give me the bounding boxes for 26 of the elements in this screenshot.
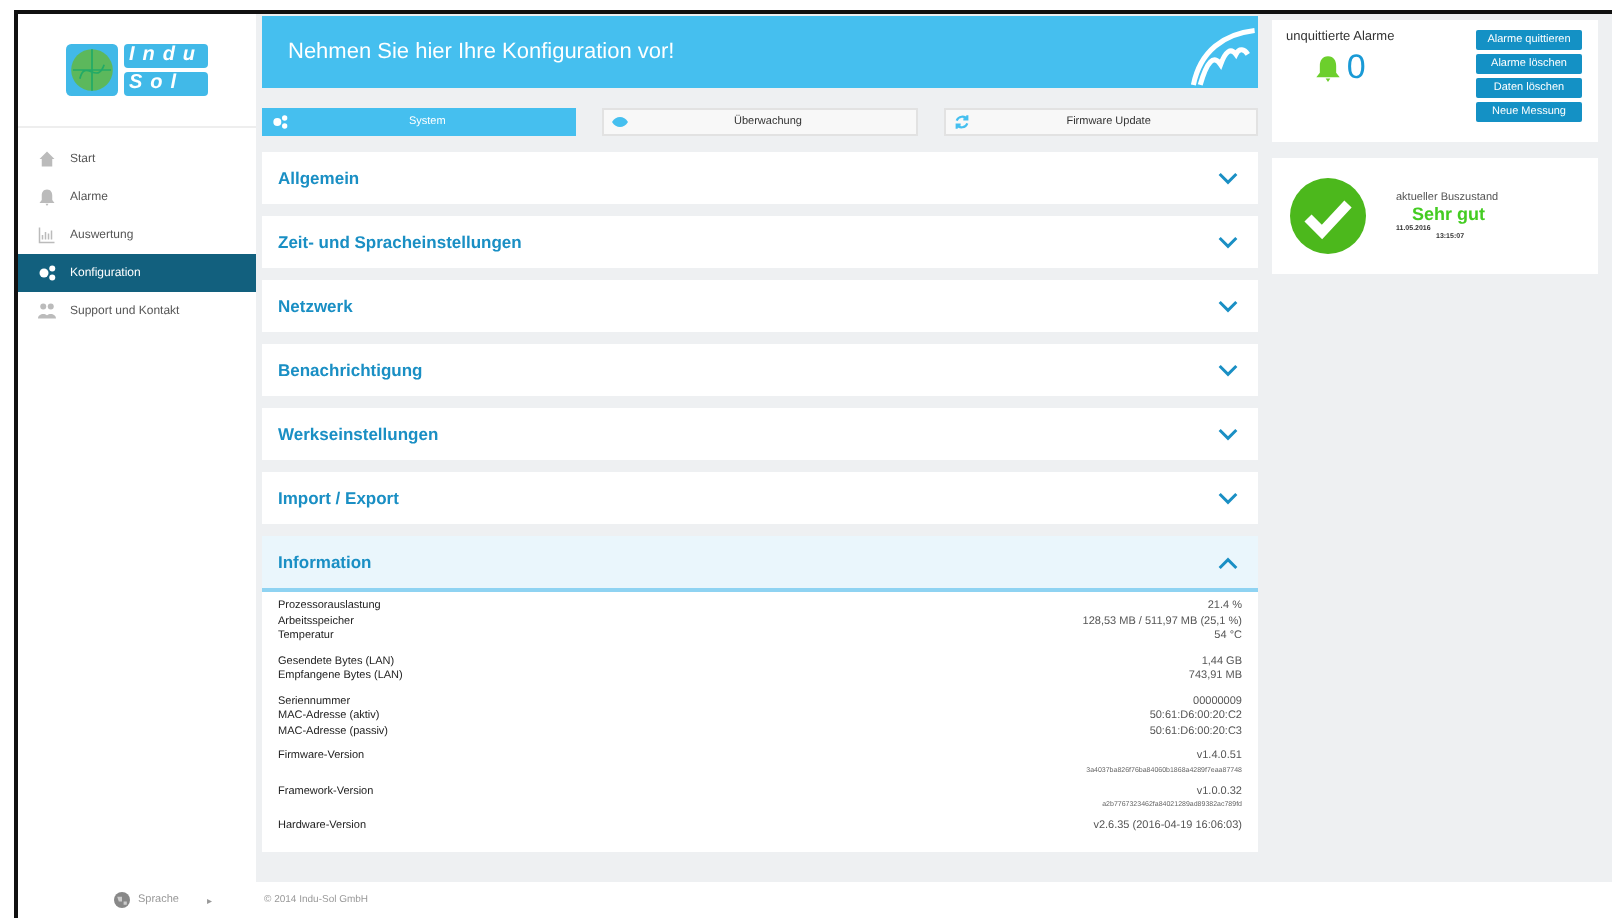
- chevron-down-icon: [1218, 427, 1238, 441]
- refresh-icon: [953, 114, 970, 130]
- chevron-down-icon: [1218, 363, 1238, 377]
- page-title: Nehmen Sie hier Ihre Konfiguration vor!: [288, 40, 675, 64]
- alarm-count: 0: [1346, 50, 1366, 86]
- wave-logo-icon: [1190, 24, 1258, 88]
- logo-text: Indu: [124, 44, 208, 68]
- chevron-down-icon: [1218, 491, 1238, 505]
- chevron-up-icon: [1218, 555, 1238, 569]
- eye-icon: [612, 114, 629, 130]
- globe-icon: [114, 892, 130, 908]
- people-icon: [38, 302, 56, 320]
- house-icon: [38, 150, 56, 168]
- chevron-down-icon: [1218, 299, 1238, 313]
- chevron-down-icon: [1218, 235, 1238, 249]
- checkmark-icon: [1288, 176, 1368, 256]
- chevron-down-icon: [1218, 171, 1238, 185]
- globe-icon: [66, 44, 119, 96]
- bus-status: Sehr gut: [1412, 204, 1488, 224]
- bar-chart-icon: [38, 226, 56, 244]
- logo-text: Sol: [124, 72, 208, 96]
- accordion-header[interactable]: Information: [262, 536, 1258, 592]
- gears-icon: [272, 114, 288, 130]
- bell-icon: [38, 188, 56, 206]
- bell-icon: [1314, 54, 1343, 82]
- gears-icon: [38, 264, 56, 282]
